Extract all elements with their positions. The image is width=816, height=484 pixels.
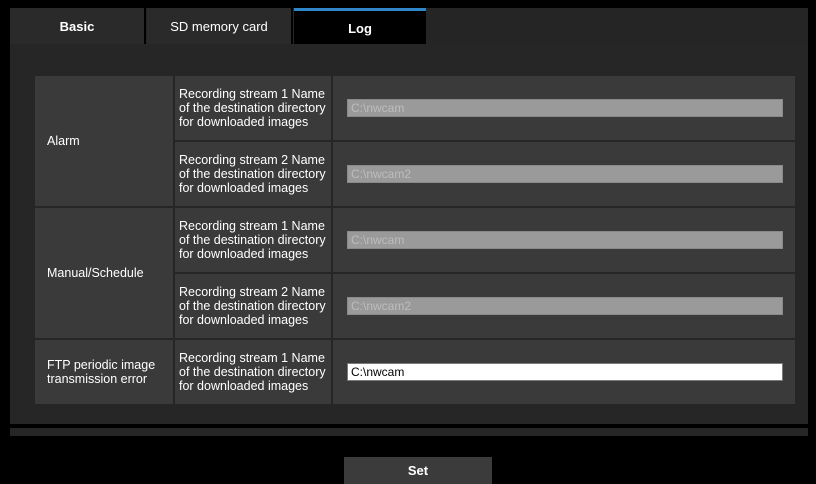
manual-stream2-field-cell bbox=[333, 274, 795, 338]
ftp-stream1-field-cell bbox=[333, 340, 795, 404]
tab-sd-memory-card[interactable]: SD memory card bbox=[147, 8, 293, 44]
tab-log[interactable]: Log bbox=[294, 8, 426, 44]
manual-stream2-input[interactable] bbox=[347, 297, 783, 315]
alarm-stream2-input[interactable] bbox=[347, 165, 783, 183]
tab-bar: Basic SD memory card Log bbox=[10, 8, 808, 44]
table-row: FTP periodic image transmission error Re… bbox=[35, 340, 795, 404]
group-label-ftp-error: FTP periodic image transmission error bbox=[35, 340, 173, 404]
alarm-stream1-field-cell bbox=[333, 76, 795, 140]
manual-stream2-label: Recording stream 2 Name of the destinati… bbox=[175, 274, 331, 338]
manual-stream1-input[interactable] bbox=[347, 231, 783, 249]
log-settings-page: Basic SD memory card Log Alarm Recording… bbox=[0, 0, 816, 484]
alarm-stream1-label: Recording stream 1 Name of the destinati… bbox=[175, 76, 331, 140]
divider-bar bbox=[10, 428, 808, 436]
set-button[interactable]: Set bbox=[344, 457, 492, 484]
alarm-stream2-label: Recording stream 2 Name of the destinati… bbox=[175, 142, 331, 206]
ftp-stream1-label: Recording stream 1 Name of the destinati… bbox=[175, 340, 331, 404]
group-label-manual-schedule: Manual/Schedule bbox=[35, 208, 173, 338]
alarm-stream1-input[interactable] bbox=[347, 99, 783, 117]
tab-basic[interactable]: Basic bbox=[10, 8, 146, 44]
log-settings-table: Alarm Recording stream 1 Name of the des… bbox=[33, 74, 797, 406]
manual-stream1-label: Recording stream 1 Name of the destinati… bbox=[175, 208, 331, 272]
table-row: Manual/Schedule Recording stream 1 Name … bbox=[35, 208, 795, 338]
ftp-stream1-input[interactable] bbox=[347, 363, 783, 381]
group-label-alarm: Alarm bbox=[35, 76, 173, 206]
manual-stream1-field-cell bbox=[333, 208, 795, 272]
table-row: Alarm Recording stream 1 Name of the des… bbox=[35, 76, 795, 206]
alarm-stream2-field-cell bbox=[333, 142, 795, 206]
